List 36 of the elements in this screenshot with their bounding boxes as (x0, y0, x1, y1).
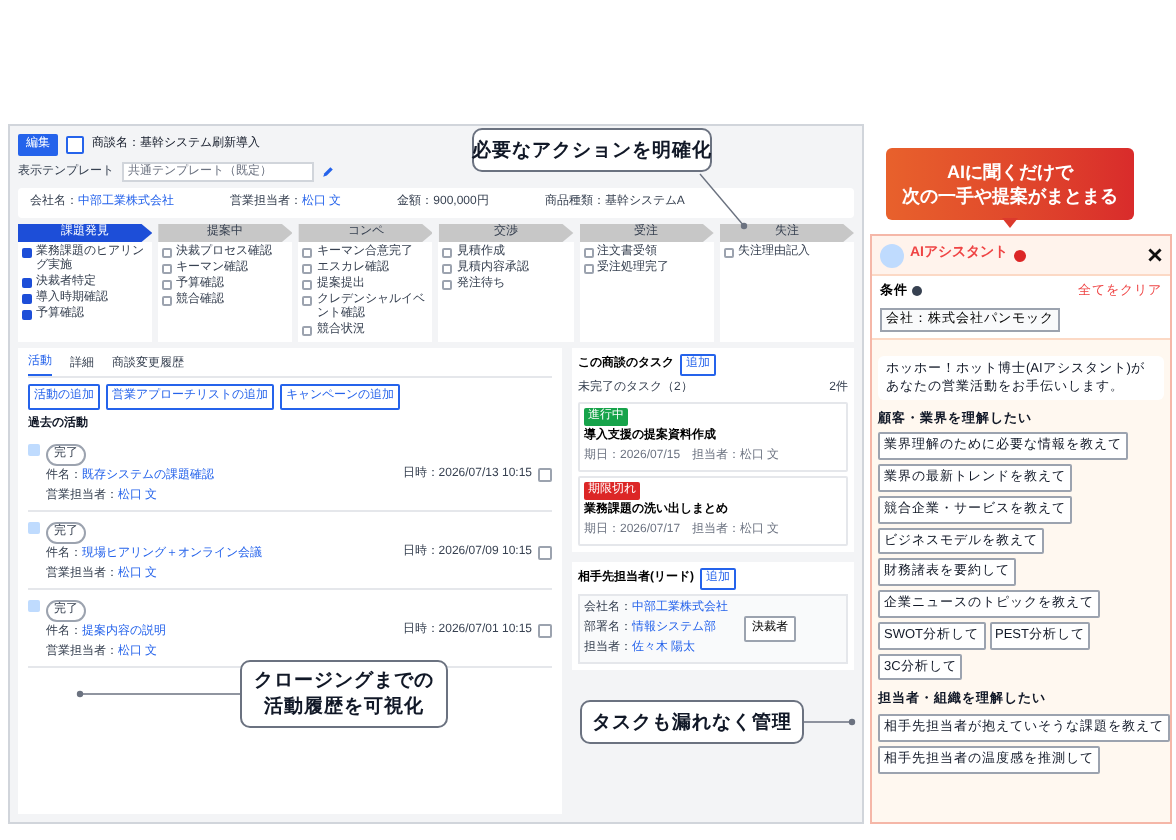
info-button[interactable] (66, 136, 84, 154)
banner-text: AIに聞くだけで (947, 160, 1073, 184)
checkbox[interactable] (302, 264, 313, 274)
checkbox[interactable] (162, 280, 173, 290)
more-button[interactable] (538, 468, 552, 482)
checkbox[interactable] (162, 264, 173, 274)
avatar-icon (880, 243, 904, 267)
checkbox[interactable] (583, 248, 594, 258)
callout-text: クロージングまでの (254, 668, 434, 694)
callout-text: タスクも漏れなく管理 (592, 709, 792, 735)
checkbox[interactable] (302, 326, 313, 336)
checkbox[interactable] (162, 296, 173, 306)
checkbox[interactable] (302, 280, 313, 290)
activity-icon (28, 600, 40, 612)
checkbox[interactable] (302, 296, 313, 306)
checkbox[interactable] (442, 280, 453, 290)
callout-text: 活動履歴を可視化 (264, 694, 424, 720)
checkbox[interactable] (22, 278, 32, 288)
close-button[interactable] (1148, 248, 1162, 262)
more-button[interactable] (538, 624, 552, 638)
checkbox[interactable] (583, 264, 594, 274)
help-icon[interactable] (1014, 249, 1026, 261)
checkbox[interactable] (22, 248, 32, 258)
checkbox[interactable] (442, 248, 453, 258)
help-icon[interactable] (912, 286, 922, 297)
checkbox[interactable] (302, 248, 313, 258)
checkbox[interactable] (162, 248, 173, 258)
pencil-icon[interactable] (322, 166, 334, 178)
checkbox[interactable] (723, 248, 734, 258)
checkbox[interactable] (442, 264, 453, 274)
banner-text: 次の一手や提案がまとまる (902, 184, 1118, 208)
checkbox[interactable] (22, 294, 32, 304)
more-button[interactable] (538, 546, 552, 560)
checkbox[interactable] (22, 310, 32, 320)
activity-icon (28, 522, 40, 534)
activity-icon (28, 444, 40, 456)
